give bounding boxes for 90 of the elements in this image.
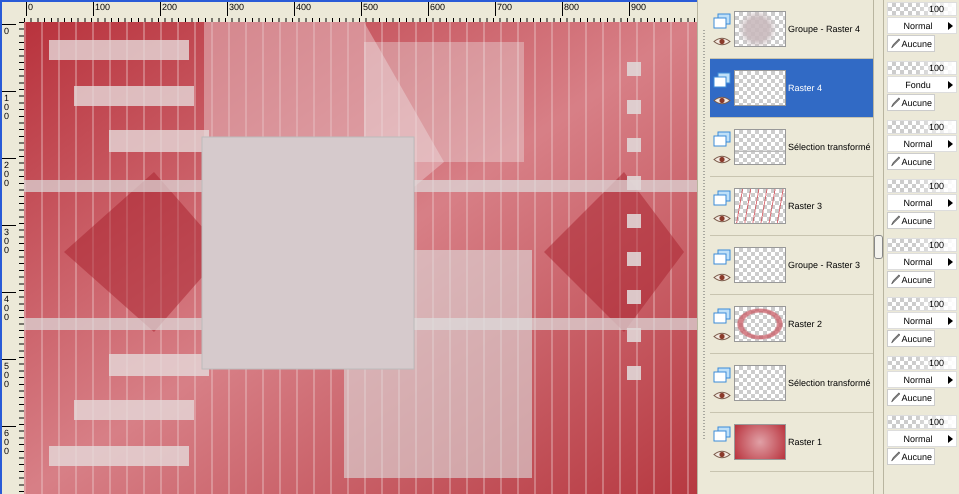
mask-button[interactable]: Aucune	[887, 271, 935, 288]
blend-mode-dropdown[interactable]: Normal	[887, 371, 957, 388]
ruler-label: 500	[3, 360, 9, 389]
layer-row[interactable]: Groupe - Raster 3	[710, 236, 873, 295]
layer-name: Sélection transformé	[788, 378, 871, 388]
blend-mode-dropdown[interactable]: Normal	[887, 135, 957, 152]
ruler-label: 600	[430, 2, 446, 12]
opacity-slider[interactable]: 100	[887, 61, 957, 75]
opacity-slider[interactable]: 100	[887, 120, 957, 134]
brush-icon	[890, 155, 900, 168]
layer-name: Sélection transformé	[788, 142, 871, 152]
mask-button[interactable]: Aucune	[887, 212, 935, 229]
layer-icon[interactable]	[713, 130, 731, 146]
layer-thumbnail	[734, 247, 786, 283]
blend-mode-dropdown[interactable]: Fondu	[887, 76, 957, 93]
ruler-label: 600	[3, 427, 9, 456]
layer-icon[interactable]	[713, 308, 731, 324]
layer-icon[interactable]	[713, 426, 731, 442]
ruler-label: 200	[162, 2, 178, 12]
opacity-slider[interactable]: 100	[887, 415, 957, 429]
ruler-label: 300	[3, 226, 9, 255]
mask-button[interactable]: Aucune	[887, 35, 935, 52]
mask-button[interactable]: Aucune	[887, 448, 935, 465]
eye-icon[interactable]	[713, 332, 731, 340]
brush-icon	[890, 96, 900, 109]
blend-mode-dropdown[interactable]: Normal	[887, 312, 957, 329]
ruler-label: 200	[3, 159, 9, 188]
layer-row[interactable]: Raster 3	[710, 177, 873, 236]
layer-row[interactable]: Groupe - Raster 4	[710, 0, 873, 59]
layer-row[interactable]: Sélection transformé	[710, 118, 873, 177]
opacity-slider[interactable]: 100	[887, 238, 957, 252]
layer-icon[interactable]	[713, 12, 731, 28]
eye-icon[interactable]	[713, 96, 731, 104]
mask-button[interactable]: Aucune	[887, 153, 935, 170]
layer-name: Raster 4	[788, 83, 822, 93]
ruler-label: 400	[296, 2, 312, 12]
brush-icon	[890, 332, 900, 345]
layer-name: Raster 2	[788, 319, 822, 329]
layer-row[interactable]: Raster 1	[710, 413, 873, 472]
opacity-slider[interactable]: 100	[887, 2, 957, 16]
ruler-label: 800	[564, 2, 580, 12]
ruler-label: 0	[28, 2, 34, 12]
layer-row[interactable]: Sélection transformé	[710, 354, 873, 413]
ruler-label: 500	[363, 2, 378, 12]
layer-thumbnail	[734, 70, 786, 106]
blend-mode-dropdown[interactable]: Normal	[887, 194, 957, 211]
ruler-label: 700	[497, 2, 512, 12]
brush-icon	[890, 273, 900, 286]
ruler-label: 300	[229, 2, 244, 12]
layer-row[interactable]: Raster 2	[710, 295, 873, 354]
eye-icon[interactable]	[713, 154, 731, 164]
layer-name: Groupe - Raster 4	[788, 24, 860, 34]
layer-icon[interactable]	[713, 366, 731, 382]
blend-mode-dropdown[interactable]: Normal	[887, 17, 957, 34]
ruler-label: 100	[3, 92, 9, 121]
brush-icon	[890, 214, 900, 227]
layer-thumbnail	[734, 129, 786, 165]
brush-icon	[890, 37, 900, 50]
ruler-label: 100	[95, 2, 110, 12]
layer-icon[interactable]	[713, 190, 731, 206]
eye-icon[interactable]	[713, 36, 731, 46]
layer-thumbnail	[734, 424, 786, 460]
eye-icon[interactable]	[713, 272, 731, 282]
opacity-slider[interactable]: 100	[887, 179, 957, 193]
layer-icon[interactable]	[713, 248, 731, 264]
layer-thumbnail	[734, 365, 786, 401]
mask-button[interactable]: Aucune	[887, 94, 935, 111]
brush-icon	[890, 450, 900, 463]
layer-name: Raster 3	[788, 201, 822, 211]
ruler-label: 0	[3, 25, 9, 36]
blend-mode-dropdown[interactable]: Normal	[887, 253, 957, 270]
layer-row[interactable]: Raster 4	[710, 59, 873, 118]
eye-icon[interactable]	[713, 390, 731, 400]
ruler-label: 400	[3, 293, 9, 322]
layer-name: Raster 1	[788, 437, 822, 447]
layer-name: Groupe - Raster 3	[788, 260, 860, 270]
mask-button[interactable]: Aucune	[887, 389, 935, 406]
eye-icon[interactable]	[713, 214, 731, 222]
scrollbar-thumb[interactable]	[874, 235, 883, 259]
mask-button[interactable]: Aucune	[887, 330, 935, 347]
layer-icon[interactable]	[713, 72, 731, 88]
eye-icon[interactable]	[713, 450, 731, 458]
ruler-label: 900	[631, 2, 646, 12]
opacity-slider[interactable]: 100	[887, 297, 957, 311]
layer-thumbnail	[734, 188, 786, 224]
layer-thumbnail	[734, 306, 786, 342]
brush-icon	[890, 391, 900, 404]
opacity-slider[interactable]: 100	[887, 356, 957, 370]
layer-thumbnail	[734, 11, 786, 47]
blend-mode-dropdown[interactable]: Normal	[887, 430, 957, 447]
